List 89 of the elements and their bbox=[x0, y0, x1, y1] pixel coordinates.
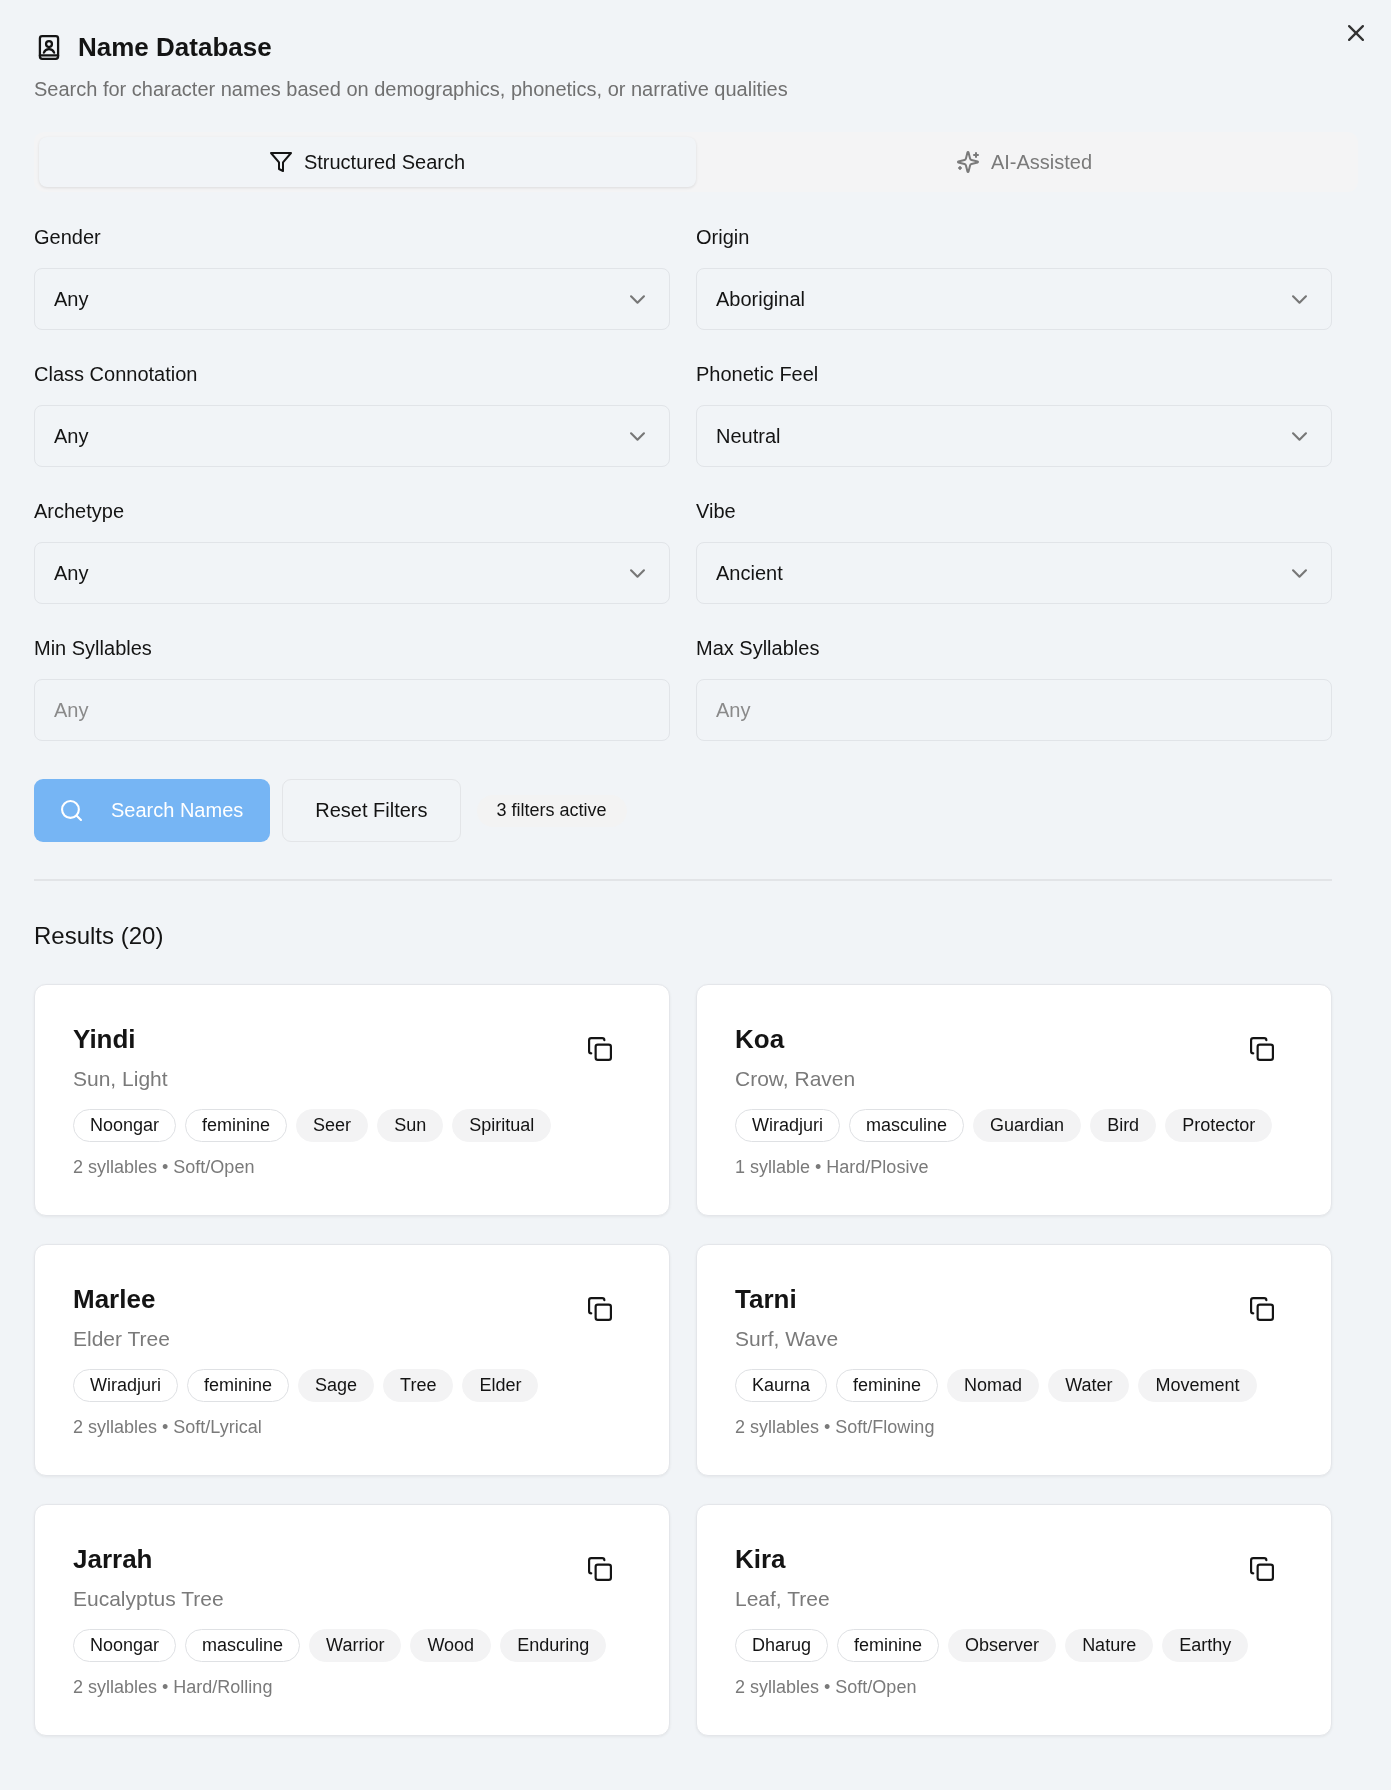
name-meaning: Elder Tree bbox=[73, 1326, 171, 1352]
chevron-down-icon bbox=[630, 568, 645, 578]
trait-tag: Elder bbox=[462, 1369, 539, 1402]
copy-icon bbox=[1250, 1557, 1274, 1581]
name-meaning: Eucalyptus Tree bbox=[73, 1586, 225, 1612]
origin-tag: Wiradjuri bbox=[735, 1109, 840, 1142]
field-label: Vibe bbox=[696, 499, 737, 523]
trait-tag: Enduring bbox=[500, 1629, 607, 1662]
trait-tag: Observer bbox=[948, 1629, 1057, 1662]
filter-icon bbox=[269, 151, 292, 173]
contact-book-icon bbox=[38, 34, 60, 60]
gender-tag: feminine bbox=[185, 1109, 288, 1142]
trait-tag: Water bbox=[1048, 1369, 1130, 1402]
name-title: Yindi bbox=[73, 1023, 137, 1055]
field-label: Max Syllables bbox=[696, 636, 821, 660]
trait-tag: Guardian bbox=[973, 1109, 1082, 1142]
trait-tag: Seer bbox=[296, 1109, 369, 1142]
gender-tag: feminine bbox=[836, 1369, 939, 1402]
trait-tag: Nature bbox=[1065, 1629, 1154, 1662]
origin-tag: Kaurna bbox=[735, 1369, 828, 1402]
dialog-subtitle: Search for character names based on demographics, phonetics, or narrative qualities bbox=[34, 77, 789, 102]
chevron-down-icon bbox=[1292, 294, 1307, 304]
field-label: Archetype bbox=[34, 499, 126, 523]
select-field[interactable]: Neutral bbox=[696, 405, 1332, 467]
field-label: Gender bbox=[34, 225, 102, 249]
close-icon bbox=[1348, 25, 1364, 41]
chevron-down-icon bbox=[630, 294, 645, 304]
tab[interactable]: AI-Assisted bbox=[696, 137, 1353, 187]
chevron-down-icon bbox=[630, 431, 645, 441]
field-label: Origin bbox=[696, 225, 751, 249]
origin-tag: Wiradjuri bbox=[73, 1369, 178, 1402]
name-meaning: Sun, Light bbox=[73, 1066, 169, 1092]
copy-icon bbox=[588, 1557, 612, 1581]
select-field[interactable]: Any bbox=[34, 542, 670, 604]
name-title: Koa bbox=[735, 1023, 786, 1055]
name-meaning: Leaf, Tree bbox=[735, 1586, 831, 1612]
filter-count-badge: 3 filters active bbox=[476, 794, 627, 827]
gender-tag: masculine bbox=[849, 1109, 965, 1142]
input-field[interactable]: Any bbox=[34, 679, 670, 741]
copy-icon bbox=[1250, 1037, 1274, 1061]
tab[interactable]: Structured Search bbox=[39, 137, 696, 187]
chevron-down-icon bbox=[1292, 568, 1307, 578]
input-field[interactable]: Any bbox=[696, 679, 1332, 741]
field-label: Min Syllables bbox=[34, 636, 153, 660]
name-meaning: Crow, Raven bbox=[735, 1066, 857, 1092]
trait-tag: Movement bbox=[1138, 1369, 1257, 1402]
copy-icon bbox=[588, 1297, 612, 1321]
trait-tag: Protector bbox=[1165, 1109, 1273, 1142]
name-details: 2 syllables • Soft/Open bbox=[735, 1676, 918, 1699]
name-details: 2 syllables • Hard/Rolling bbox=[73, 1676, 274, 1699]
select-field[interactable]: Any bbox=[34, 405, 670, 467]
sparkles-icon bbox=[956, 151, 979, 173]
origin-tag: Noongar bbox=[73, 1629, 177, 1662]
trait-tag: Wood bbox=[410, 1629, 492, 1662]
dialog-title: Name Database bbox=[78, 31, 272, 63]
trait-tag: Nomad bbox=[947, 1369, 1040, 1402]
gender-tag: masculine bbox=[185, 1629, 301, 1662]
gender-tag: feminine bbox=[187, 1369, 290, 1402]
trait-tag: Spiritual bbox=[452, 1109, 552, 1142]
select-field[interactable]: Ancient bbox=[696, 542, 1332, 604]
select-field[interactable]: Any bbox=[34, 268, 670, 330]
close-button[interactable] bbox=[1345, 22, 1367, 44]
search-icon bbox=[61, 800, 82, 821]
gender-tag: feminine bbox=[837, 1629, 940, 1662]
origin-tag: Dharug bbox=[735, 1629, 829, 1662]
name-title: Tarni bbox=[735, 1283, 798, 1315]
name-title: Marlee bbox=[73, 1283, 157, 1315]
chevron-down-icon bbox=[1292, 431, 1307, 441]
results-heading: Results (20) bbox=[34, 921, 165, 951]
origin-tag: Noongar bbox=[73, 1109, 177, 1142]
field-label: Phonetic Feel bbox=[696, 362, 820, 386]
name-details: 2 syllables • Soft/Flowing bbox=[735, 1416, 936, 1439]
field-label: Class Connotation bbox=[34, 362, 199, 386]
name-details: 1 syllable • Hard/Plosive bbox=[735, 1156, 930, 1179]
copy-icon bbox=[588, 1037, 612, 1061]
name-details: 2 syllables • Soft/Open bbox=[73, 1156, 256, 1179]
select-field[interactable]: Aboriginal bbox=[696, 268, 1332, 330]
trait-tag: Tree bbox=[383, 1369, 454, 1402]
trait-tag: Sun bbox=[377, 1109, 444, 1142]
reset-button[interactable]: Reset Filters bbox=[282, 779, 461, 842]
trait-tag: Earthy bbox=[1162, 1629, 1249, 1662]
name-title: Kira bbox=[735, 1543, 787, 1575]
trait-tag: Sage bbox=[298, 1369, 375, 1402]
name-details: 2 syllables • Soft/Lyrical bbox=[73, 1416, 263, 1439]
trait-tag: Warrior bbox=[309, 1629, 402, 1662]
name-title: Jarrah bbox=[73, 1543, 154, 1575]
name-meaning: Surf, Wave bbox=[735, 1326, 840, 1352]
copy-icon bbox=[1250, 1297, 1274, 1321]
trait-tag: Bird bbox=[1090, 1109, 1157, 1142]
